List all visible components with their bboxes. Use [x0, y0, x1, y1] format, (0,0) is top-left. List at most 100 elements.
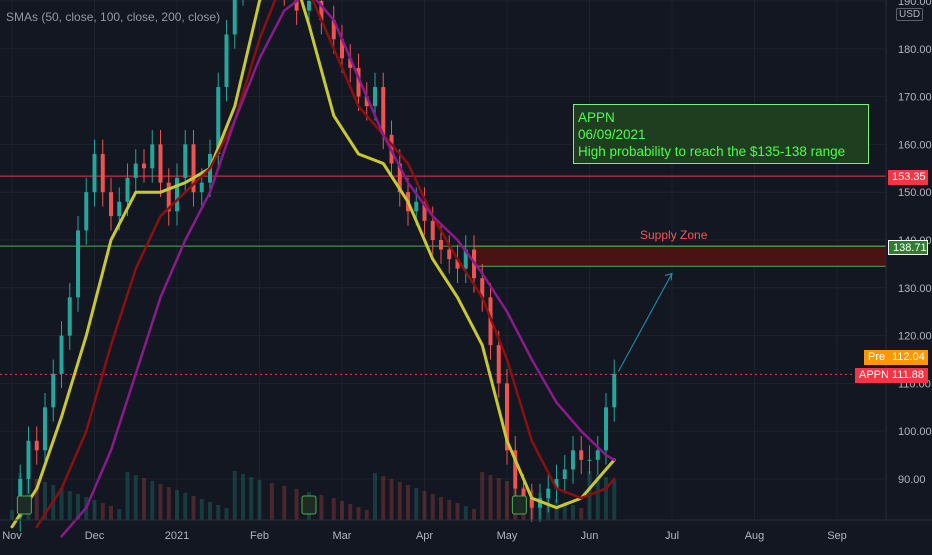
volume-bar — [406, 485, 410, 520]
price-candle-body — [142, 163, 146, 169]
volume-bar — [414, 488, 419, 520]
x-tick-label: Jul — [665, 530, 679, 542]
volume-bar — [389, 479, 394, 520]
volume-bar — [422, 491, 427, 520]
price-candle-body — [447, 249, 452, 260]
annotation-note[interactable]: APPN 06/09/2021 High probability to reac… — [573, 104, 869, 164]
volume-bar — [67, 491, 72, 520]
volume-bar — [348, 504, 353, 520]
price-candle-body — [84, 192, 89, 231]
volume-bar — [397, 482, 402, 520]
price-candle-body — [579, 450, 584, 460]
price-candle-body — [59, 335, 64, 374]
x-tick-label: Mar — [333, 530, 352, 542]
volume-bar — [282, 486, 287, 520]
volume-bar — [579, 508, 584, 520]
volume-bar — [208, 502, 212, 520]
volume-bar — [294, 489, 299, 520]
price-candle-body — [67, 297, 72, 336]
price-candle-body — [183, 144, 188, 178]
y-tick-label: 130.00 — [898, 283, 932, 295]
price-candle-body — [100, 153, 105, 193]
volume-bar — [175, 490, 179, 520]
volume-bar — [269, 483, 274, 520]
premarket-price-tag: 112.04 — [888, 350, 928, 365]
volume-bar — [142, 478, 146, 520]
x-tick-label: Jun — [581, 530, 599, 542]
volume-bar — [183, 493, 188, 520]
price-chart[interactable]: 190.00180.00170.00160.00150.00140.00130.… — [0, 0, 932, 550]
y-tick-label: 120.00 — [898, 331, 932, 343]
volume-bar — [488, 475, 493, 520]
supply-zone-rect — [473, 245, 887, 267]
y-tick-label: 150.00 — [898, 187, 932, 199]
price-candle-body — [43, 407, 47, 451]
x-tick-label: Nov — [2, 530, 22, 542]
volume-bar — [166, 487, 171, 520]
volume-bar — [158, 484, 163, 520]
price-candle-body — [571, 450, 575, 470]
currency-badge: USD — [896, 8, 924, 21]
price-candle-body — [430, 220, 435, 240]
price-scale-bg — [886, 0, 932, 550]
earnings-marker — [16, 495, 32, 515]
volume-bar — [331, 498, 336, 520]
y-tick-label: 100.00 — [898, 426, 932, 438]
x-tick-label: May — [497, 530, 518, 542]
volume-bar — [100, 503, 105, 520]
price-candle-body — [595, 450, 600, 460]
y-tick-label: 180.00 — [898, 44, 932, 56]
volume-bar — [109, 506, 113, 520]
volume-bar — [199, 499, 204, 520]
volume-bar — [117, 509, 122, 520]
price-candle-body — [307, 1, 311, 11]
volume-bar — [319, 495, 324, 520]
resistance-price-tag: 153.35 — [888, 170, 928, 185]
price-candle-body — [604, 407, 608, 451]
x-tick-label: Dec — [85, 530, 105, 542]
x-tick-label: Apr — [416, 530, 433, 542]
volume-bar — [150, 481, 155, 520]
price-candle-body — [175, 177, 179, 212]
price-candle-body — [612, 373, 617, 408]
price-candle-body — [199, 182, 204, 193]
volume-bar — [430, 494, 435, 520]
volume-bar — [92, 500, 97, 520]
y-tick-label: 190.00 — [898, 0, 932, 8]
volume-bar — [439, 497, 443, 520]
volume-bar — [364, 510, 369, 520]
volume-bar — [571, 505, 575, 520]
volume-bar — [125, 472, 130, 520]
volume-bar — [604, 477, 608, 520]
x-tick-label: Sep — [827, 530, 847, 542]
note-text: High probability to reach the $135-138 r… — [578, 144, 846, 159]
price-candle-body — [125, 177, 130, 202]
volume-bar — [340, 501, 344, 520]
price-candle-body — [232, 0, 237, 35]
price-candle-body — [587, 459, 592, 461]
volume-bar — [496, 478, 501, 520]
price-candle-body — [224, 34, 229, 88]
supply-zone-label: Supply Zone — [640, 228, 708, 242]
volume-bar — [249, 477, 254, 520]
premarket-label: Pre — [864, 350, 890, 365]
chart-area[interactable]: 190.00180.00170.00160.00150.00140.00130.… — [0, 0, 932, 550]
price-candle-body — [158, 144, 163, 183]
volume-bar — [381, 476, 386, 520]
price-candle-body — [439, 240, 443, 250]
price-candle-body — [117, 201, 122, 217]
price-candle-body — [562, 469, 567, 479]
earnings-marker — [511, 495, 527, 515]
price-candle-body — [150, 144, 155, 169]
volume-bar — [455, 503, 460, 520]
price-candle-body — [496, 345, 501, 384]
price-candle-body — [381, 87, 386, 135]
price-candle-body — [414, 201, 419, 212]
sma-indicator-label[interactable]: SMAs (50, close, 100, close, 200, close) — [6, 10, 220, 24]
volume-bar — [191, 496, 196, 520]
volume-bar — [356, 507, 361, 520]
y-tick-label: 90.00 — [898, 474, 926, 486]
price-candle-body — [51, 373, 56, 408]
volume-bar — [447, 500, 452, 520]
volume-bar — [232, 471, 237, 520]
